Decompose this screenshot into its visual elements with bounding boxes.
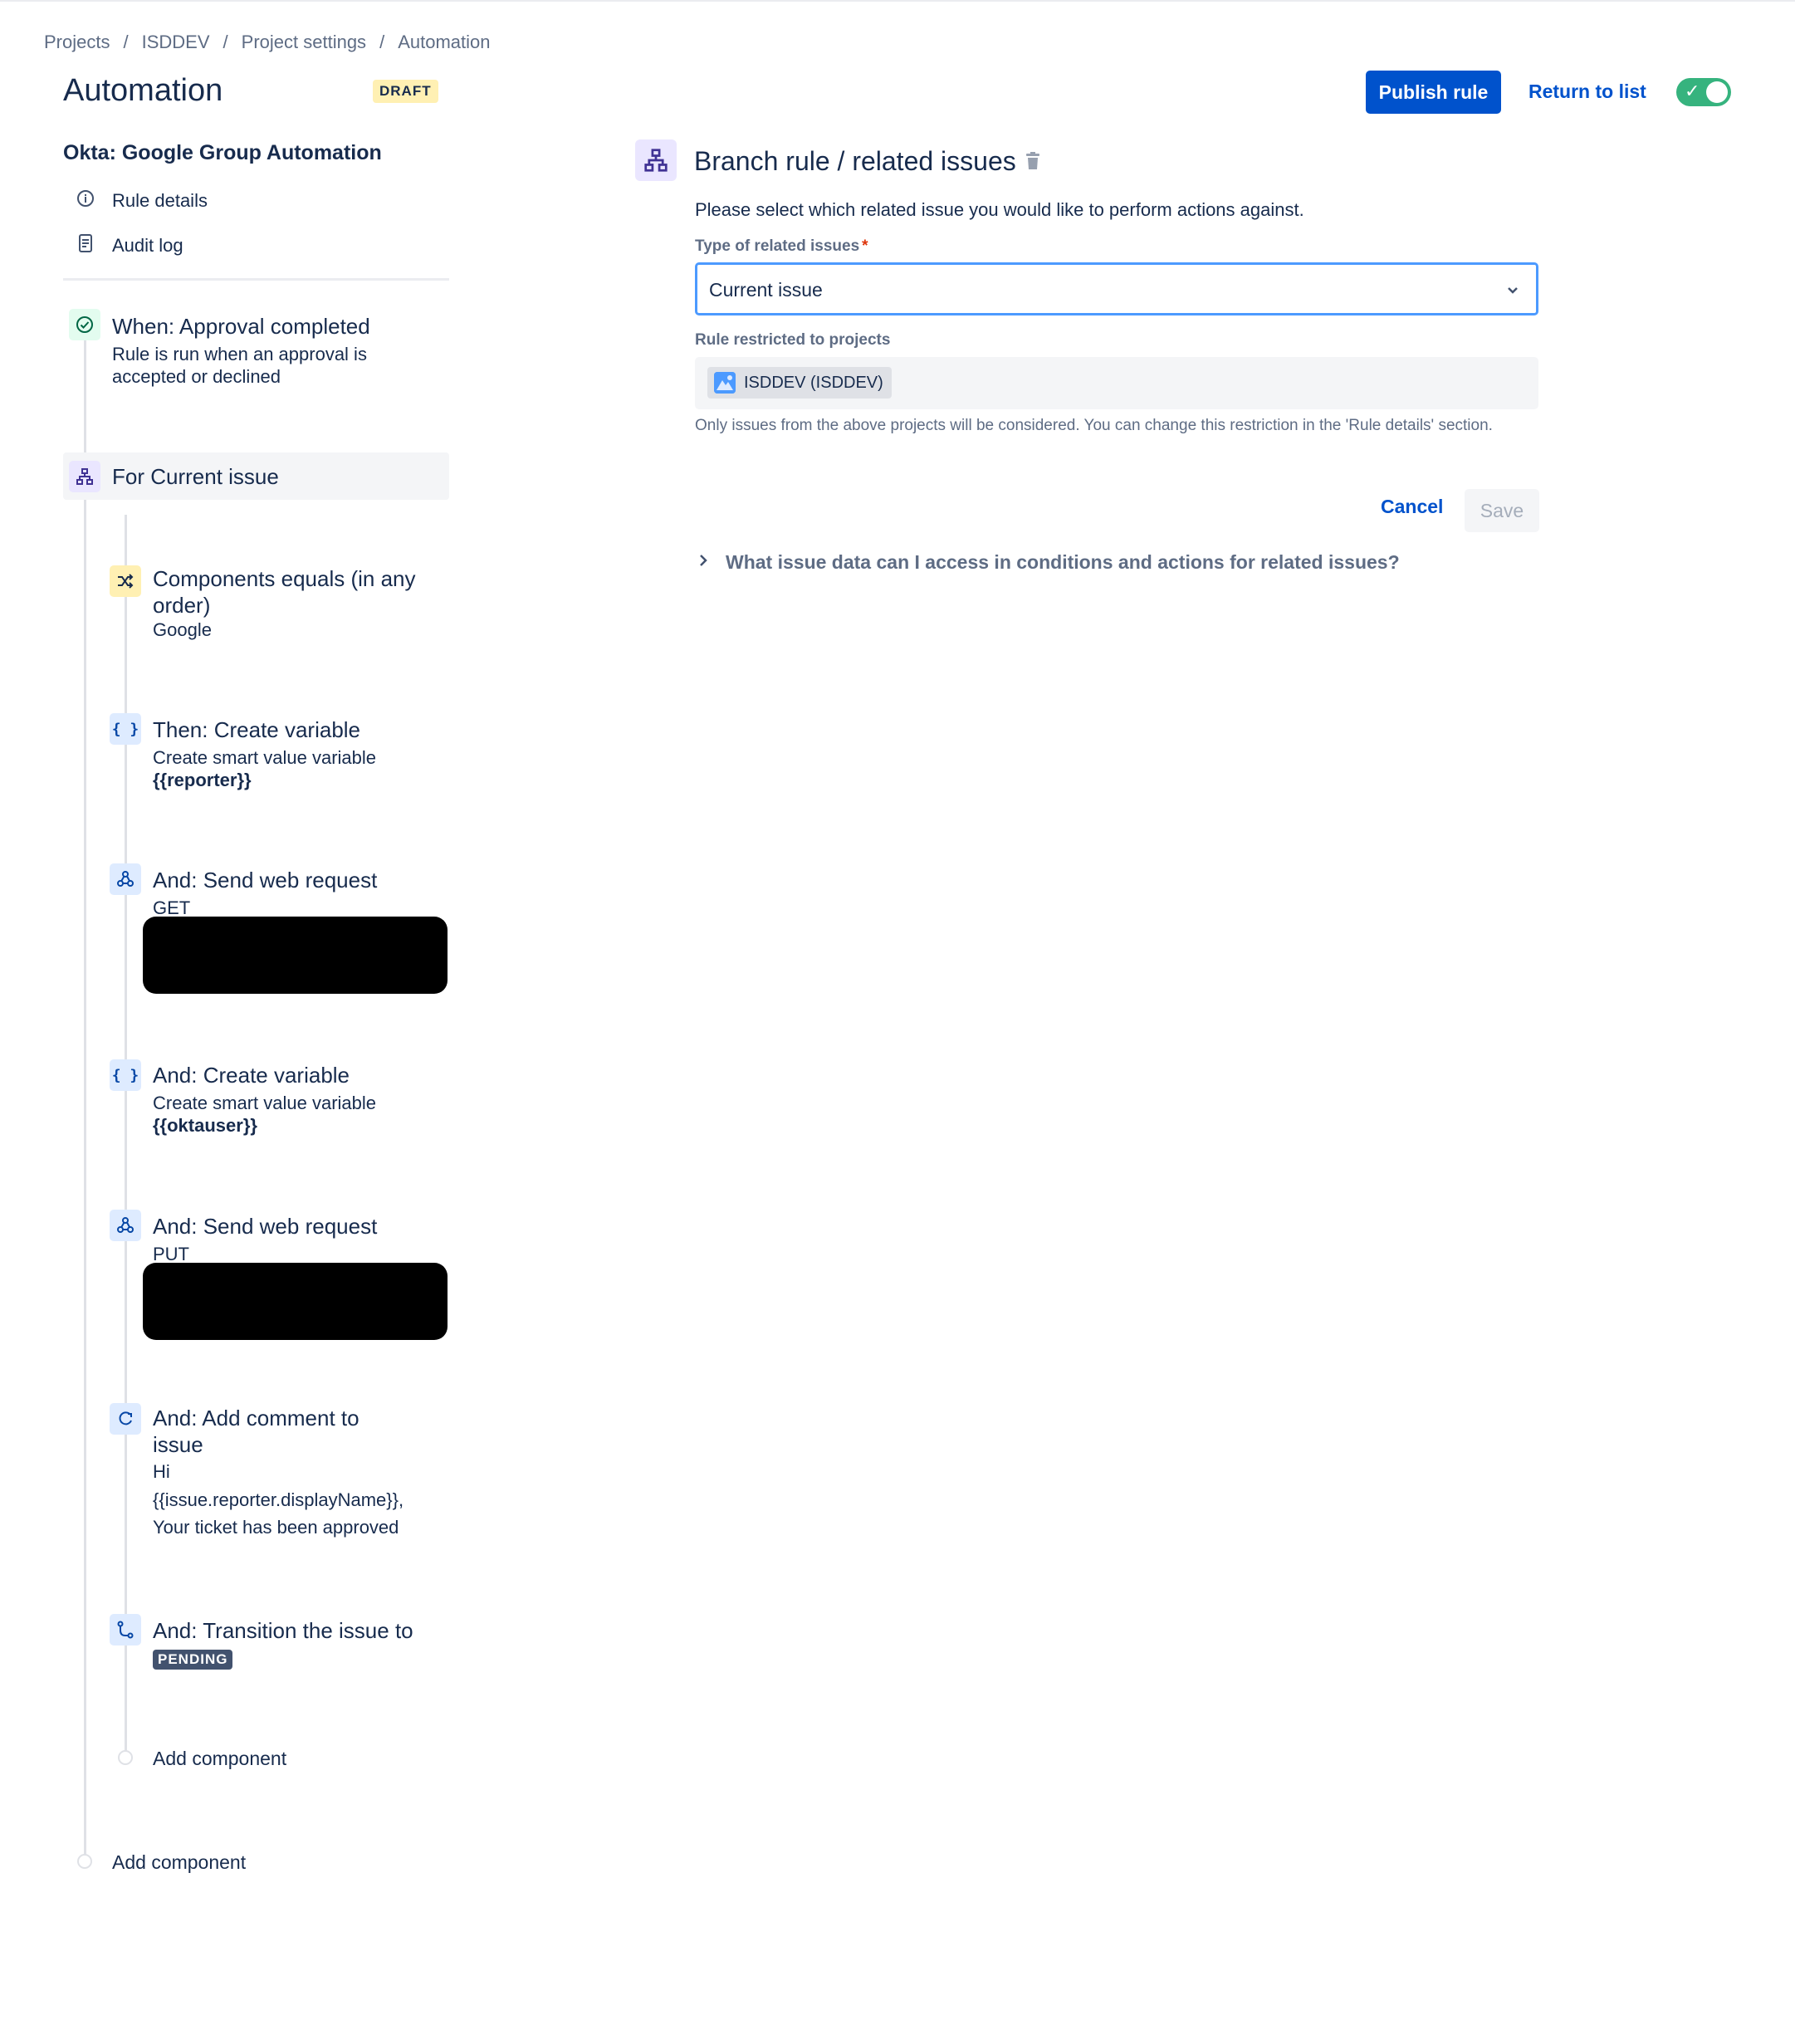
rule-details-link[interactable]: Rule details bbox=[73, 189, 208, 213]
trigger-title[interactable]: When: Approval completed bbox=[112, 313, 370, 340]
branch-icon bbox=[69, 461, 100, 492]
rule-enabled-toggle[interactable]: ✓ bbox=[1676, 78, 1731, 106]
braces-icon: { } bbox=[110, 1059, 141, 1091]
project-avatar-icon bbox=[714, 372, 736, 394]
add-comment-title-line1[interactable]: And: Add comment to bbox=[153, 1405, 359, 1431]
draft-badge: DRAFT bbox=[373, 80, 438, 103]
faq-label: What issue data can I access in conditio… bbox=[726, 551, 1400, 573]
flow-trunk-line bbox=[84, 336, 86, 1859]
publish-rule-button[interactable]: Publish rule bbox=[1366, 71, 1501, 114]
create-variable-2-desc: Create smart value variable bbox=[153, 1093, 377, 1113]
trigger-desc-line2: accepted or declined bbox=[112, 366, 281, 387]
sidebar-divider bbox=[63, 278, 449, 281]
info-icon bbox=[73, 189, 98, 213]
trash-icon[interactable] bbox=[1024, 151, 1042, 171]
projects-helper-text: Only issues from the above projects will… bbox=[695, 417, 1493, 434]
webhook-icon bbox=[110, 863, 141, 895]
check-icon: ✓ bbox=[1685, 81, 1700, 101]
create-variable-2-title[interactable]: And: Create variable bbox=[153, 1062, 350, 1088]
projects-field: ISDDEV (ISDDEV) bbox=[695, 357, 1538, 409]
related-issue-type-select[interactable]: Current issue bbox=[695, 262, 1538, 315]
create-variable-desc: Create smart value variable bbox=[153, 747, 377, 768]
return-to-list-link[interactable]: Return to list bbox=[1528, 81, 1646, 103]
rule-name: Okta: Google Group Automation bbox=[63, 141, 382, 164]
type-field-label: Type of related issues * bbox=[695, 237, 868, 255]
projects-field-label: Rule restricted to projects bbox=[695, 331, 891, 349]
comment-line3: Your ticket has been approved bbox=[153, 1517, 399, 1538]
web-request-get-title[interactable]: And: Send web request bbox=[153, 867, 377, 893]
chevron-right-icon bbox=[697, 553, 709, 572]
cancel-button[interactable]: Cancel bbox=[1381, 496, 1443, 518]
status-lozenge: PENDING bbox=[153, 1650, 233, 1670]
breadcrumb-automation[interactable]: Automation bbox=[398, 32, 490, 53]
condition-title-line1[interactable]: Components equals (in any bbox=[153, 565, 416, 592]
check-circle-icon bbox=[69, 309, 100, 340]
trigger-desc-line1: Rule is run when an approval is bbox=[112, 344, 367, 364]
comment-icon bbox=[110, 1403, 141, 1435]
save-button[interactable]: Save bbox=[1465, 489, 1539, 532]
panel-title: Branch rule / related issues bbox=[694, 146, 1016, 176]
breadcrumb-projects[interactable]: Projects bbox=[44, 32, 110, 53]
top-border bbox=[0, 0, 1795, 2]
comment-line1: Hi bbox=[153, 1461, 170, 1482]
shuffle-icon bbox=[110, 565, 141, 597]
document-icon bbox=[73, 234, 98, 257]
create-variable-title[interactable]: Then: Create variable bbox=[153, 716, 360, 743]
braces-icon: { } bbox=[110, 713, 141, 745]
branch-title: For Current issue bbox=[112, 464, 279, 489]
project-tag: ISDDEV (ISDDEV) bbox=[707, 367, 892, 399]
related-issues-faq-toggle[interactable]: What issue data can I access in conditio… bbox=[697, 551, 1400, 574]
select-value: Current issue bbox=[709, 279, 823, 301]
add-component-button[interactable]: Add component bbox=[112, 1851, 246, 1874]
create-variable-2-name: {{oktauser}} bbox=[153, 1115, 257, 1136]
create-variable-name: {{reporter}} bbox=[153, 770, 252, 790]
comment-line2: {{issue.reporter.displayName}}, bbox=[153, 1489, 404, 1510]
redacted-url-block bbox=[143, 1263, 448, 1340]
web-request-put-title[interactable]: And: Send web request bbox=[153, 1213, 377, 1240]
add-component-branch-button[interactable]: Add component bbox=[153, 1748, 286, 1770]
branch-icon bbox=[635, 139, 677, 181]
breadcrumb: Projects / ISDDEV / Project settings / A… bbox=[44, 32, 491, 53]
condition-title-line2: order) bbox=[153, 593, 211, 618]
webhook-icon bbox=[110, 1210, 141, 1241]
flow-branch-line bbox=[125, 515, 127, 1752]
condition-value: Google bbox=[153, 619, 212, 640]
add-component-dot bbox=[77, 1854, 92, 1869]
breadcrumb-project-settings[interactable]: Project settings bbox=[242, 32, 366, 53]
transition-icon bbox=[110, 1614, 141, 1645]
panel-description: Please select which related issue you wo… bbox=[695, 199, 1304, 220]
page-title: Automation bbox=[63, 73, 223, 108]
audit-log-link[interactable]: Audit log bbox=[73, 234, 183, 257]
toggle-knob bbox=[1706, 81, 1728, 103]
add-comment-title-line2: issue bbox=[153, 1432, 203, 1457]
project-tag-label: ISDDEV (ISDDEV) bbox=[744, 373, 883, 392]
chevron-down-icon bbox=[1504, 281, 1521, 298]
rule-details-label: Rule details bbox=[112, 190, 208, 211]
required-marker: * bbox=[862, 237, 868, 255]
add-component-dot bbox=[118, 1750, 133, 1765]
redacted-url-block bbox=[143, 917, 448, 994]
transition-title[interactable]: And: Transition the issue to bbox=[153, 1617, 413, 1644]
audit-log-label: Audit log bbox=[112, 235, 183, 256]
breadcrumb-isddev[interactable]: ISDDEV bbox=[142, 32, 210, 53]
